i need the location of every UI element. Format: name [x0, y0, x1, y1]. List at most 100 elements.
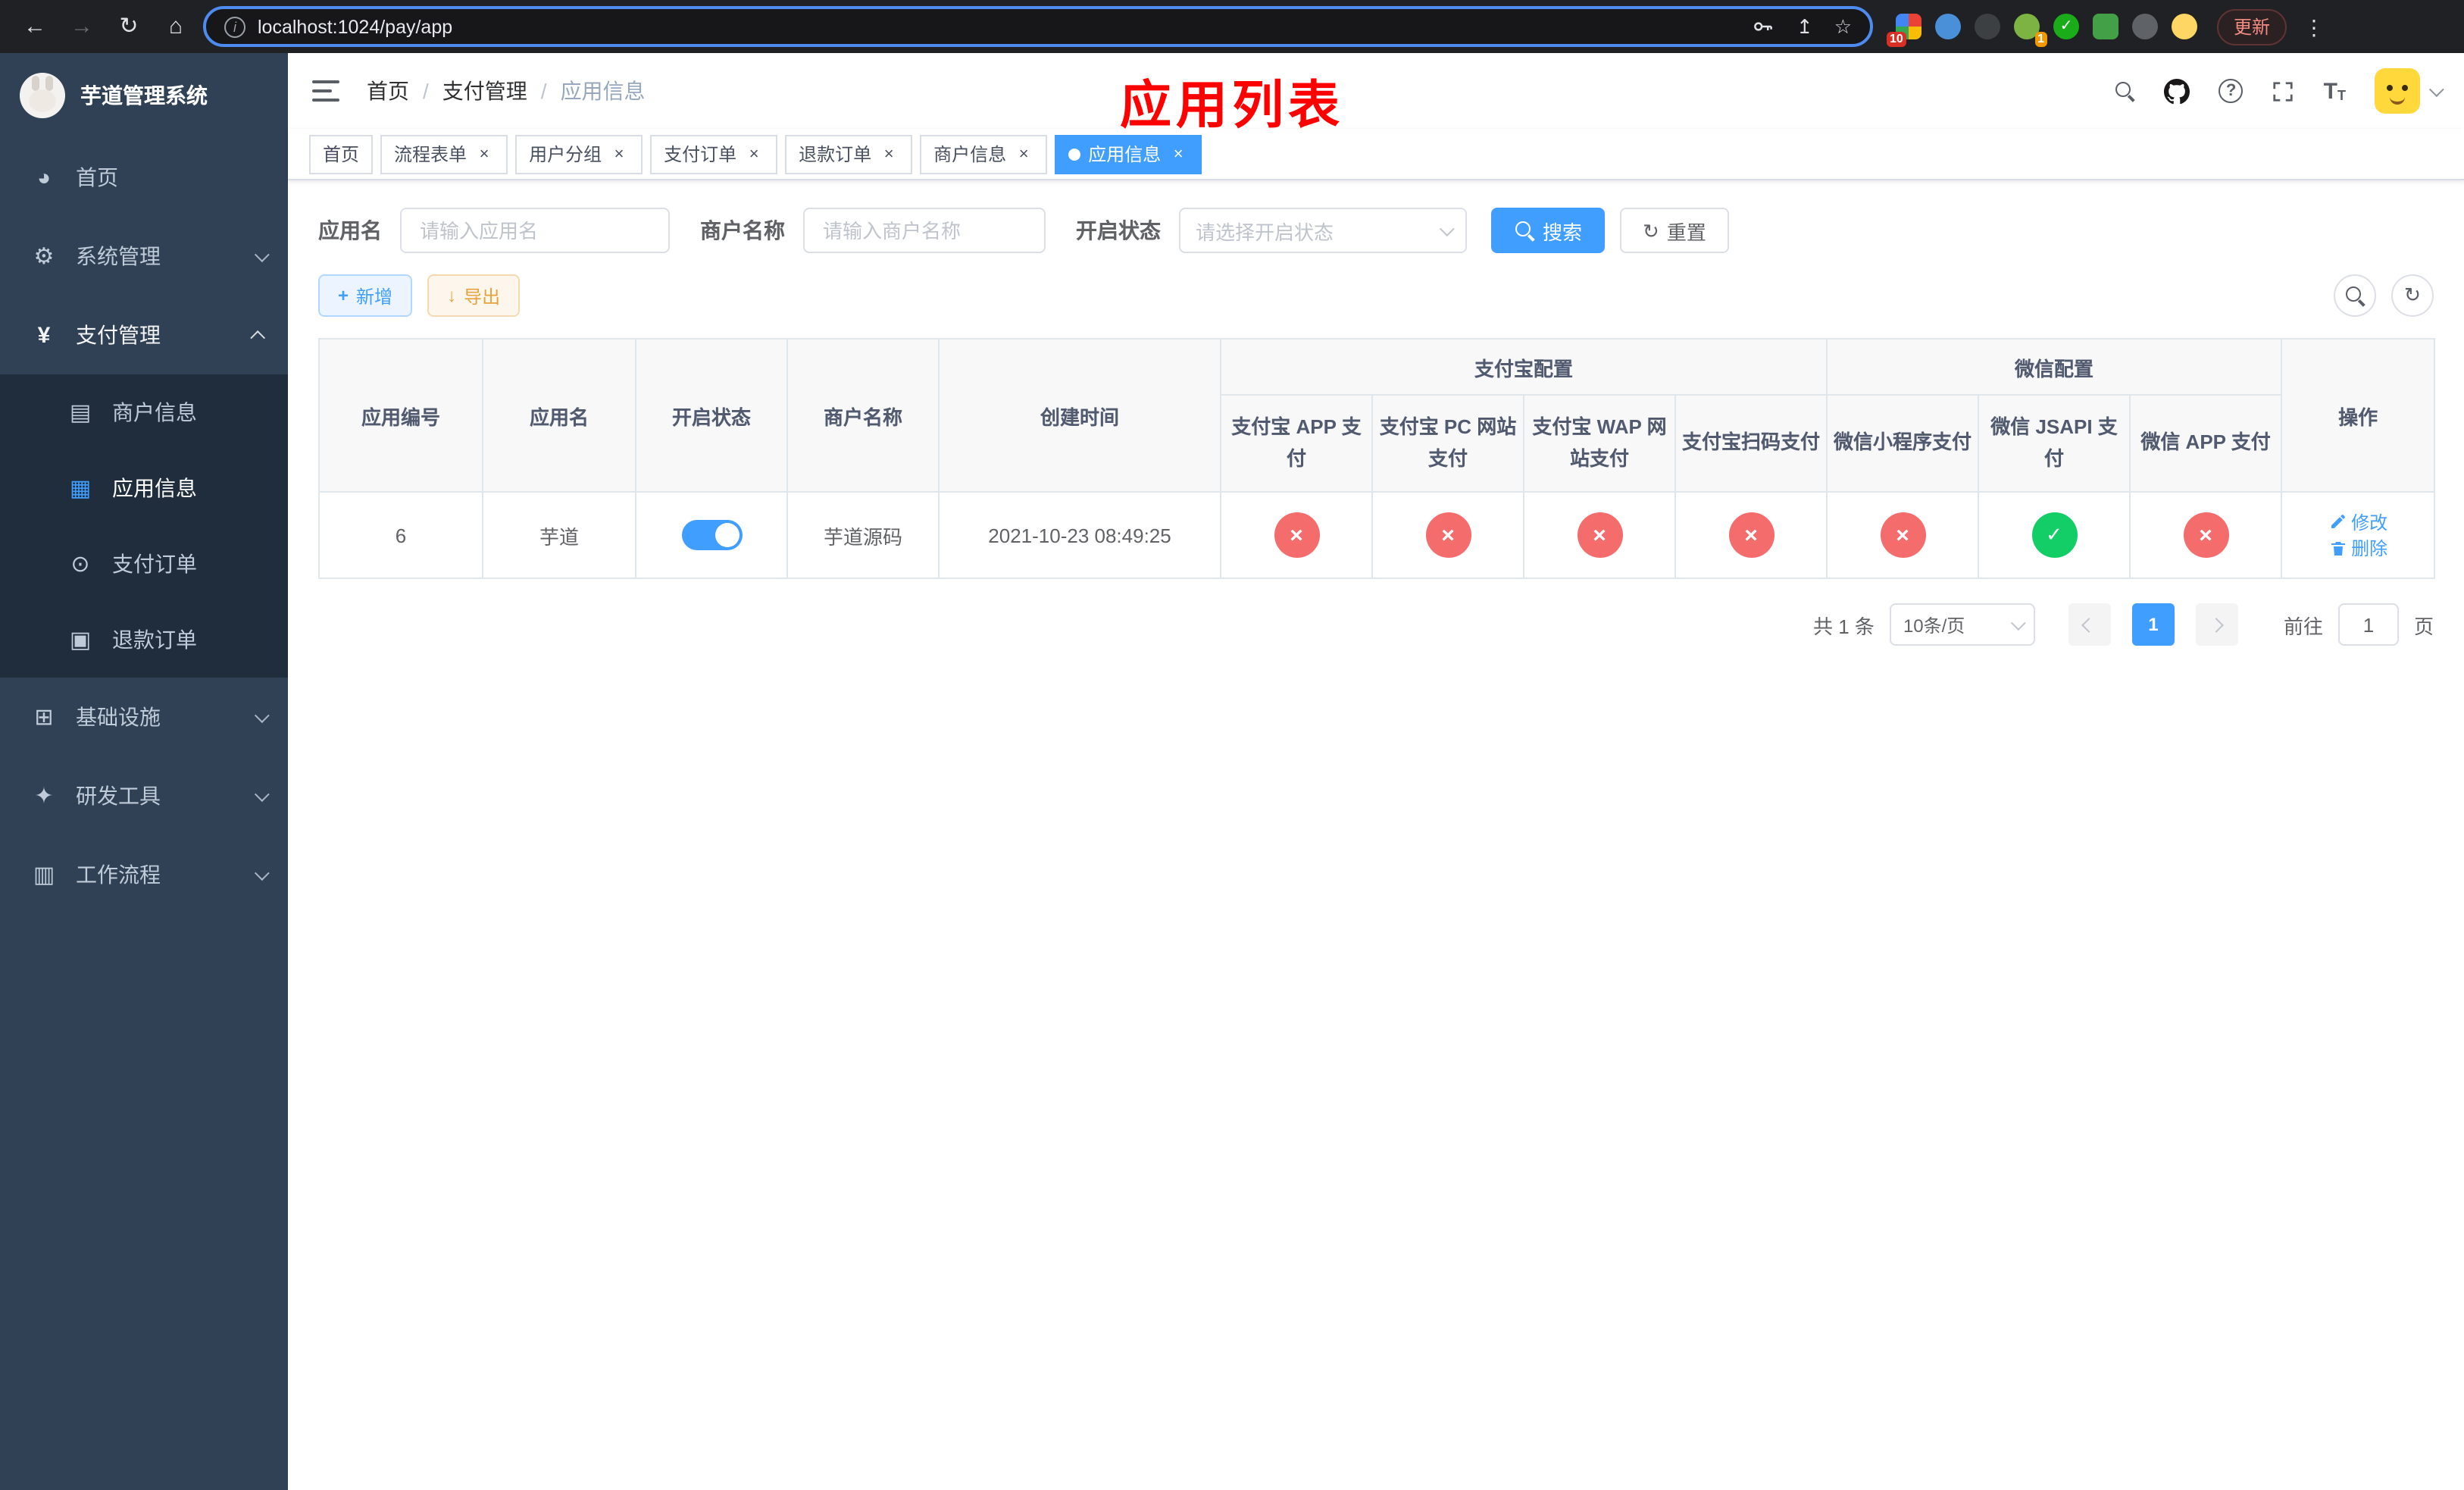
- help-icon[interactable]: ?: [2219, 79, 2244, 103]
- breadcrumb-payment[interactable]: 支付管理: [442, 76, 527, 106]
- status-toggle[interactable]: [681, 520, 742, 550]
- chevron-right-icon: [2209, 617, 2225, 632]
- chevron-down-icon: [2428, 81, 2444, 97]
- sidebar-item-system[interactable]: 系统管理: [0, 217, 288, 296]
- delete-link[interactable]: 删除: [2328, 535, 2387, 561]
- ext-puzzle-icon[interactable]: [2132, 14, 2158, 39]
- refresh-button[interactable]: [2391, 274, 2434, 317]
- tab-process-form[interactable]: 流程表单: [380, 134, 508, 174]
- page-1-button[interactable]: 1: [2131, 603, 2175, 646]
- goto-label: 前往: [2283, 615, 2323, 637]
- col-header-alipay-wap: 支付宝 WAP 网站支付: [1523, 394, 1676, 493]
- sidebar-item-dev-tools[interactable]: 研发工具: [0, 756, 288, 835]
- sidebar-item-home[interactable]: 首页: [0, 138, 288, 217]
- user-menu[interactable]: [2375, 68, 2444, 114]
- chevron-down-icon: [2010, 615, 2026, 631]
- close-icon[interactable]: [609, 144, 629, 164]
- col-header-app-id: 应用编号: [318, 338, 483, 493]
- fail-icon: [1274, 512, 1319, 558]
- sidebar-item-infrastructure[interactable]: 基础设施: [0, 678, 288, 756]
- fail-icon: [1880, 512, 1926, 558]
- app-name-input[interactable]: [400, 208, 670, 253]
- font-size-icon[interactable]: TT: [2324, 80, 2346, 102]
- prev-page-button[interactable]: [2068, 603, 2111, 646]
- ext-emoji-icon[interactable]: [2172, 14, 2197, 39]
- search-toggle-button[interactable]: [2334, 274, 2376, 317]
- search-button[interactable]: 搜索: [1491, 208, 1606, 253]
- ext-gray-icon[interactable]: [1975, 14, 2000, 39]
- back-button[interactable]: [15, 7, 55, 46]
- key-icon[interactable]: [1753, 15, 1775, 38]
- sidebar-toggle-icon[interactable]: [312, 80, 339, 102]
- reload-button[interactable]: [109, 7, 149, 46]
- url-bar[interactable]: i localhost:1024/pay/app: [203, 6, 1873, 47]
- tab-home[interactable]: 首页: [309, 134, 374, 174]
- cell-status: [635, 491, 788, 579]
- ext-pin-icon[interactable]: [1935, 14, 1961, 39]
- sidebar-item-app-info[interactable]: 应用信息: [0, 450, 288, 526]
- order-icon: [67, 552, 94, 575]
- app-name-label: 应用名: [318, 218, 382, 243]
- download-icon: [447, 286, 456, 305]
- merchant-name-input[interactable]: [803, 208, 1046, 253]
- close-icon[interactable]: [879, 144, 899, 164]
- tab-refund-order[interactable]: 退款订单: [785, 134, 913, 174]
- dashboard-icon: [30, 166, 58, 189]
- edit-link[interactable]: 修改: [2328, 509, 2387, 534]
- back-icon: [23, 15, 46, 38]
- cell-app-name: 芋道: [482, 491, 636, 579]
- tab-merchant-info[interactable]: 商户信息: [920, 134, 1048, 174]
- status-select[interactable]: 请选择开启状态: [1179, 208, 1467, 253]
- sidebar-item-merchant-info[interactable]: 商户信息: [0, 374, 288, 450]
- url-text[interactable]: localhost:1024/pay/app: [258, 16, 1740, 37]
- share-icon[interactable]: [1796, 17, 1813, 36]
- page-size-select[interactable]: 10条/页: [1889, 603, 2035, 646]
- sidebar-item-payment[interactable]: 支付管理: [0, 296, 288, 374]
- close-icon[interactable]: [744, 144, 764, 164]
- tab-pay-order[interactable]: 支付订单: [650, 134, 778, 174]
- sidebar-item-workflow[interactable]: 工作流程: [0, 835, 288, 914]
- close-icon[interactable]: [1014, 144, 1033, 164]
- close-icon[interactable]: [1168, 144, 1188, 164]
- ext-avatar-icon[interactable]: 1: [2014, 14, 2047, 47]
- col-header-wx-app: 微信 APP 支付: [2129, 394, 2283, 493]
- add-button[interactable]: 新增: [318, 274, 413, 317]
- forward-button[interactable]: [62, 7, 102, 46]
- payment-submenu: 商户信息 应用信息 支付订单 退款订单: [0, 374, 288, 678]
- chevron-left-icon: [2082, 617, 2097, 632]
- refund-icon: [67, 628, 94, 651]
- breadcrumb-home[interactable]: 首页: [367, 76, 409, 106]
- tab-app-info[interactable]: 应用信息: [1055, 134, 1202, 174]
- browser-menu-icon[interactable]: [2303, 16, 2325, 37]
- sidebar-item-pay-order[interactable]: 支付订单: [0, 526, 288, 602]
- cell-alipay-wap: [1523, 491, 1676, 579]
- site-info-icon[interactable]: i: [224, 16, 245, 37]
- bookmark-star-icon[interactable]: [1834, 17, 1852, 36]
- browser-chrome: i localhost:1024/pay/app 10 1: [0, 0, 2464, 53]
- col-header-merchant: 商户名称: [786, 338, 940, 493]
- sidebar-item-refund-order[interactable]: 退款订单: [0, 602, 288, 678]
- app-logo-row[interactable]: 芋道管理系统: [0, 53, 288, 138]
- update-button[interactable]: 更新: [2217, 8, 2287, 45]
- edit-icon: [2331, 514, 2345, 528]
- tab-user-group[interactable]: 用户分组: [515, 134, 643, 174]
- next-page-button[interactable]: [2195, 603, 2238, 646]
- github-icon[interactable]: [2164, 78, 2190, 104]
- extensions-area: 10 1: [1887, 14, 2197, 47]
- ext-note-icon[interactable]: [2093, 14, 2118, 39]
- col-header-wx-mini: 微信小程序支付: [1826, 394, 1980, 493]
- fullscreen-icon[interactable]: [2272, 80, 2295, 102]
- search-icon[interactable]: [2115, 80, 2136, 102]
- cell-alipay-pc: [1371, 491, 1524, 579]
- goto-page-input[interactable]: [2337, 603, 2399, 646]
- home-button[interactable]: [156, 7, 195, 46]
- cell-wx-jsapi: [1978, 491, 2131, 579]
- ext-check-icon[interactable]: [2053, 14, 2079, 39]
- export-button[interactable]: 导出: [427, 274, 521, 317]
- ext-store-icon[interactable]: 10: [1887, 14, 1921, 47]
- reset-button[interactable]: 重置: [1620, 208, 1729, 253]
- main-area: 首页 支付管理 应用信息 ? TT: [288, 53, 2464, 1490]
- yen-icon: [30, 324, 58, 346]
- col-header-alipay-app: 支付宝 APP 支付: [1220, 394, 1373, 493]
- close-icon[interactable]: [474, 144, 494, 164]
